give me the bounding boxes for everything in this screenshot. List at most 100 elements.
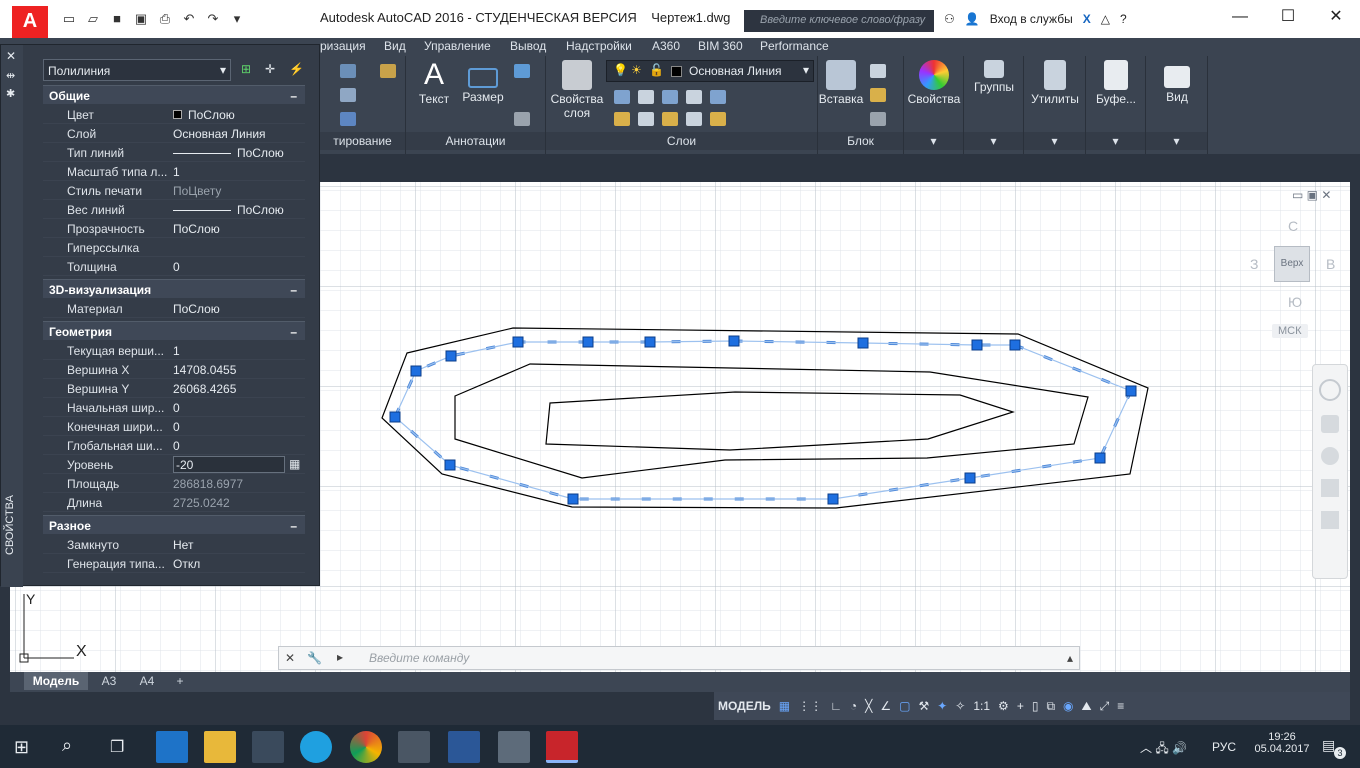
polar-icon[interactable]: ◔ bbox=[846, 699, 861, 713]
prop-row-thickness[interactable]: Толщина 0 bbox=[43, 257, 305, 276]
prop-value[interactable]: Откл bbox=[173, 557, 305, 571]
pan-icon[interactable] bbox=[1321, 415, 1339, 433]
select-objects-icon[interactable]: ✛ bbox=[265, 62, 275, 76]
snap-icon[interactable]: ⋮⋮ bbox=[794, 699, 826, 713]
viewport-controls[interactable]: ▭ ▣ ✕ bbox=[1292, 188, 1331, 202]
prop-row-transparency[interactable]: Прозрачность ПоСлою bbox=[43, 219, 305, 238]
clipboard-button[interactable]: Буфе... bbox=[1086, 60, 1146, 106]
object-type-select[interactable]: Полилиния ▾ bbox=[43, 59, 231, 81]
properties-panel-chevron[interactable]: ▾ bbox=[904, 132, 963, 150]
table-icon[interactable] bbox=[514, 112, 530, 126]
prop-row-material[interactable]: Материал ПоСлою bbox=[43, 299, 305, 318]
autoscale-icon[interactable]: ✧ bbox=[951, 699, 969, 713]
orbit-icon[interactable] bbox=[1321, 479, 1339, 497]
section-3d-viz[interactable]: 3D-визуализация – bbox=[43, 279, 305, 298]
prop-row-vertex-y[interactable]: Вершина Y 26068.4265 bbox=[43, 379, 305, 398]
grip[interactable] bbox=[445, 350, 457, 362]
grip[interactable] bbox=[971, 339, 983, 351]
prop-row-linetype-gen[interactable]: Генерация типа... Откл bbox=[43, 554, 305, 573]
qat-dropdown-icon[interactable]: ▾ bbox=[228, 11, 246, 27]
annotation-scale[interactable]: 1:1 bbox=[969, 699, 994, 713]
block-attr-icon[interactable] bbox=[870, 112, 886, 126]
properties-button[interactable]: Свойства bbox=[904, 60, 964, 106]
tab-model[interactable]: Модель bbox=[24, 672, 88, 690]
clipboard-panel-chevron[interactable]: ▾ bbox=[1086, 132, 1145, 150]
grip[interactable] bbox=[1009, 339, 1021, 351]
dimension-button[interactable]: Размер bbox=[460, 60, 506, 104]
layer-tool-icon[interactable] bbox=[614, 90, 630, 104]
layer-tool-icon[interactable] bbox=[638, 90, 654, 104]
file-explorer-icon[interactable] bbox=[204, 731, 236, 763]
autocad-logo-button[interactable]: A bbox=[12, 6, 48, 38]
tab-output[interactable]: Вывод bbox=[510, 39, 546, 53]
fillet-icon[interactable] bbox=[340, 88, 356, 102]
viewcube-west[interactable]: З bbox=[1250, 256, 1258, 272]
gear-icon[interactable]: ⚙ bbox=[994, 699, 1013, 713]
layers-panel-title[interactable]: Слои bbox=[546, 132, 817, 150]
language-indicator[interactable]: РУС bbox=[1212, 740, 1236, 754]
prop-row-lineweight[interactable]: Вес линий ПоСлою bbox=[43, 200, 305, 219]
layer-properties-button[interactable]: Свойства слоя bbox=[550, 60, 604, 120]
grip[interactable] bbox=[389, 411, 401, 423]
collapse-icon[interactable]: – bbox=[290, 89, 297, 103]
tab-performance[interactable]: Performance bbox=[760, 39, 829, 53]
tab-parametrization[interactable]: ризация bbox=[320, 39, 366, 53]
store-icon[interactable] bbox=[252, 731, 284, 763]
layer-tool-icon[interactable] bbox=[686, 90, 702, 104]
prop-row-end-width[interactable]: Конечная шири... 0 bbox=[43, 417, 305, 436]
selection-cycling-icon[interactable]: ⧉ bbox=[1042, 699, 1059, 714]
grid-icon[interactable]: ▦ bbox=[775, 699, 794, 713]
skype-icon[interactable] bbox=[300, 731, 332, 763]
prop-value[interactable]: ПоСлою bbox=[173, 108, 305, 122]
prop-value[interactable]: Нет bbox=[173, 538, 305, 552]
tab-bim360[interactable]: BIM 360 bbox=[698, 39, 743, 53]
grip[interactable] bbox=[567, 493, 579, 505]
signin-button[interactable]: Вход в службы bbox=[990, 12, 1073, 26]
prop-value[interactable]: ПоСлою bbox=[173, 222, 305, 236]
utilities-panel-chevron[interactable]: ▾ bbox=[1024, 132, 1085, 150]
edge-icon[interactable] bbox=[156, 731, 188, 763]
section-general[interactable]: Общие – bbox=[43, 85, 305, 104]
view-panel-chevron[interactable]: ▾ bbox=[1146, 132, 1207, 150]
clock[interactable]: 19:26 05.04.2017 bbox=[1252, 731, 1312, 755]
new-icon[interactable]: ▭ bbox=[60, 11, 78, 27]
model-space-button[interactable]: МОДЕЛЬ bbox=[714, 699, 775, 713]
prop-row-plotstyle[interactable]: Стиль печати ПоЦвету bbox=[43, 181, 305, 200]
osnap-icon[interactable]: ╳ bbox=[861, 699, 876, 713]
layer-tool-icon[interactable] bbox=[662, 112, 678, 126]
customize-icon[interactable]: ≡ bbox=[1113, 699, 1128, 713]
prop-row-linetype[interactable]: Тип линий ПоСлою bbox=[43, 143, 305, 162]
showmotion-icon[interactable] bbox=[1321, 511, 1339, 529]
grip[interactable] bbox=[410, 365, 422, 377]
otrack-icon[interactable]: ∠ bbox=[876, 699, 895, 713]
prop-value[interactable]: 0 bbox=[173, 260, 305, 274]
prop-value[interactable]: 26068.4265 bbox=[173, 382, 305, 396]
plus-icon[interactable]: + bbox=[1013, 699, 1028, 713]
task-view-icon[interactable]: ❐ bbox=[110, 737, 124, 757]
graphics-icon[interactable]: ⛰ bbox=[1078, 699, 1096, 714]
prop-value[interactable]: 1 bbox=[173, 165, 305, 179]
close-icon[interactable]: ✕ bbox=[6, 49, 16, 63]
prop-value[interactable]: 14708.0455 bbox=[173, 363, 305, 377]
viewcube-north[interactable]: С bbox=[1288, 218, 1298, 234]
prop-row-linetype-scale[interactable]: Масштаб типа л... 1 bbox=[43, 162, 305, 181]
edit-block-icon[interactable] bbox=[870, 88, 886, 102]
word-icon[interactable] bbox=[448, 731, 480, 763]
tab-view[interactable]: Вид bbox=[384, 39, 406, 53]
layer-tool-icon[interactable] bbox=[614, 112, 630, 126]
collapse-icon[interactable]: – bbox=[290, 325, 297, 339]
prop-row-current-vertex[interactable]: Текущая верши... 1 bbox=[43, 341, 305, 360]
prop-row-vertex-x[interactable]: Вершина X 14708.0455 bbox=[43, 360, 305, 379]
insert-button[interactable]: Вставка bbox=[818, 60, 864, 106]
grip[interactable] bbox=[512, 336, 524, 348]
fullscreen-icon[interactable]: ⤢ bbox=[1096, 699, 1114, 714]
prop-row-elevation[interactable]: Уровень -20 ▦ bbox=[43, 455, 305, 474]
view-button[interactable]: Вид bbox=[1146, 60, 1208, 104]
layer-tool-icon[interactable] bbox=[662, 90, 678, 104]
grip[interactable] bbox=[582, 336, 594, 348]
grip[interactable] bbox=[964, 472, 976, 484]
undo-icon[interactable]: ↶ bbox=[180, 11, 198, 27]
collapse-icon[interactable]: – bbox=[290, 283, 297, 297]
annotation-icon[interactable]: ⚒ bbox=[914, 699, 933, 713]
palette-settings-icon[interactable]: ✱ bbox=[6, 87, 15, 100]
